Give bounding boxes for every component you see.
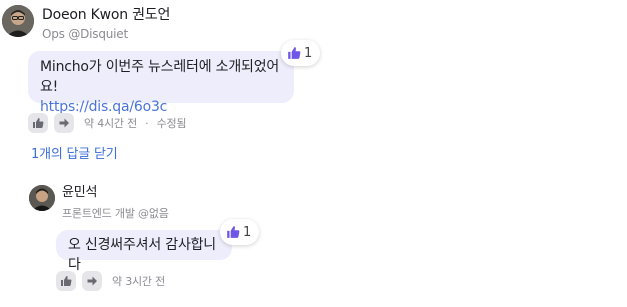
- reply-upvote-button[interactable]: [56, 271, 76, 291]
- reply-avatar[interactable]: [29, 185, 55, 211]
- comment-time: 약 4시간 전: [84, 117, 138, 130]
- meta-separator: ·: [145, 116, 149, 130]
- reply-reaction-count: 1: [243, 224, 252, 240]
- author-subtitle: Ops @Disquiet: [42, 27, 128, 41]
- reply-downvote-button[interactable]: [82, 271, 102, 291]
- thumbs-up-icon: [227, 226, 240, 238]
- comment-actions: 약 4시간 전 · 수정됨: [28, 113, 187, 133]
- downvote-button[interactable]: [54, 113, 74, 133]
- thumbs-up-icon: [33, 118, 44, 128]
- reply-bubble: 오 신경써주셔서 감사합니다: [56, 230, 232, 273]
- reaction-badge[interactable]: 1: [281, 40, 321, 66]
- arrow-right-icon: [59, 118, 69, 128]
- thumbs-up-icon: [288, 47, 301, 59]
- reply-actions: 약 3시간 전: [56, 271, 165, 291]
- avatar[interactable]: [2, 5, 34, 37]
- reply-text: 오 신경써주셔서 감사합니다: [68, 237, 216, 273]
- edited-label: 수정됨: [156, 117, 187, 130]
- thumbs-up-icon: [61, 276, 72, 286]
- author-name[interactable]: Doeon Kwon 권도언: [42, 4, 170, 24]
- toggle-replies-button[interactable]: 1개의 답글 닫기: [31, 143, 118, 162]
- comment-text: Mincho가 이번주 뉴스레터에 소개되었어요!: [40, 59, 280, 95]
- upvote-button[interactable]: [28, 113, 48, 133]
- reply-author-subtitle: 프론트엔드 개발 @없음: [62, 207, 169, 220]
- reply-time: 약 3시간 전: [112, 275, 166, 288]
- comment-bubble: Mincho가 이번주 뉴스레터에 소개되었어요! https://dis.qa…: [28, 51, 294, 115]
- arrow-right-icon: [87, 276, 97, 286]
- reaction-count: 1: [304, 45, 313, 61]
- reply-author-name[interactable]: 윤민석: [62, 181, 97, 200]
- reply-reaction-badge[interactable]: 1: [220, 219, 260, 245]
